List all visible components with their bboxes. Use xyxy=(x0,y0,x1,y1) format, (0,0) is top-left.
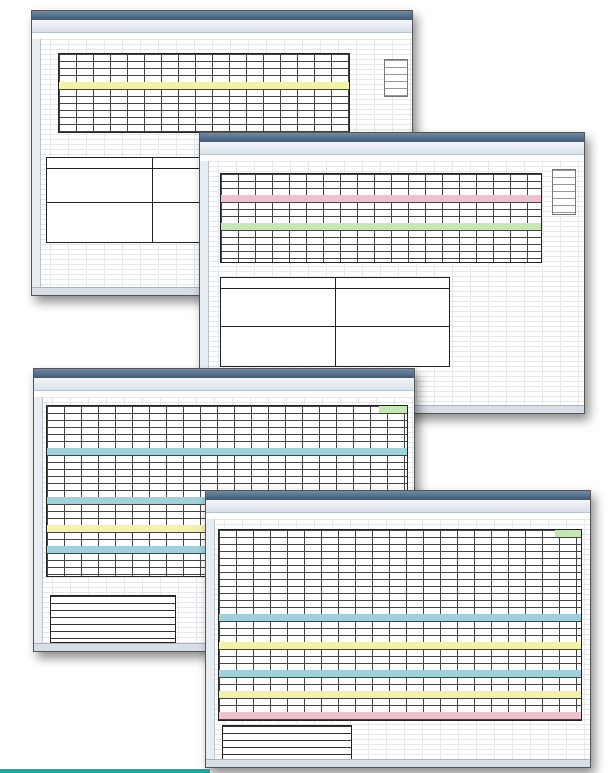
worksheet-grid[interactable] xyxy=(206,519,590,763)
status-bar xyxy=(206,759,590,767)
row-headers xyxy=(206,519,215,760)
ribbon-toolbar[interactable] xyxy=(206,500,590,513)
spreadsheet-window-grid-front xyxy=(205,490,591,768)
ribbon-toolbar[interactable] xyxy=(34,378,414,391)
window-titlebar xyxy=(32,11,412,20)
section-band-pink xyxy=(219,712,581,719)
section-band-blue-1 xyxy=(47,448,407,455)
ribbon-toolbar[interactable] xyxy=(200,142,584,155)
section-band-blue-1 xyxy=(219,614,581,621)
form-table xyxy=(220,173,542,263)
total-cell xyxy=(379,406,407,413)
summary-box xyxy=(50,595,176,643)
highlight-row xyxy=(59,82,349,89)
row-headers xyxy=(34,397,43,644)
highlight-row-pink xyxy=(221,195,541,202)
section-band-yellow-2 xyxy=(219,691,581,698)
notes-box xyxy=(220,277,450,367)
highlight-row-green xyxy=(221,223,541,230)
section-band-yellow-1 xyxy=(219,642,581,649)
notes-divider-h2 xyxy=(221,326,449,327)
window-titlebar xyxy=(34,369,414,378)
summary-box xyxy=(222,725,352,763)
side-buttons[interactable] xyxy=(384,59,408,97)
notes-divider-v xyxy=(335,278,336,366)
section-band-blue-2 xyxy=(219,670,581,677)
monthly-table xyxy=(218,529,582,721)
form-table xyxy=(58,53,350,133)
ribbon-toolbar[interactable] xyxy=(32,20,412,33)
row-headers xyxy=(32,39,41,288)
window-titlebar xyxy=(200,133,584,142)
total-cell xyxy=(555,530,581,537)
side-buttons[interactable] xyxy=(552,169,576,215)
accent-bar xyxy=(0,769,210,773)
window-titlebar xyxy=(206,491,590,500)
notes-divider-v xyxy=(152,158,153,242)
